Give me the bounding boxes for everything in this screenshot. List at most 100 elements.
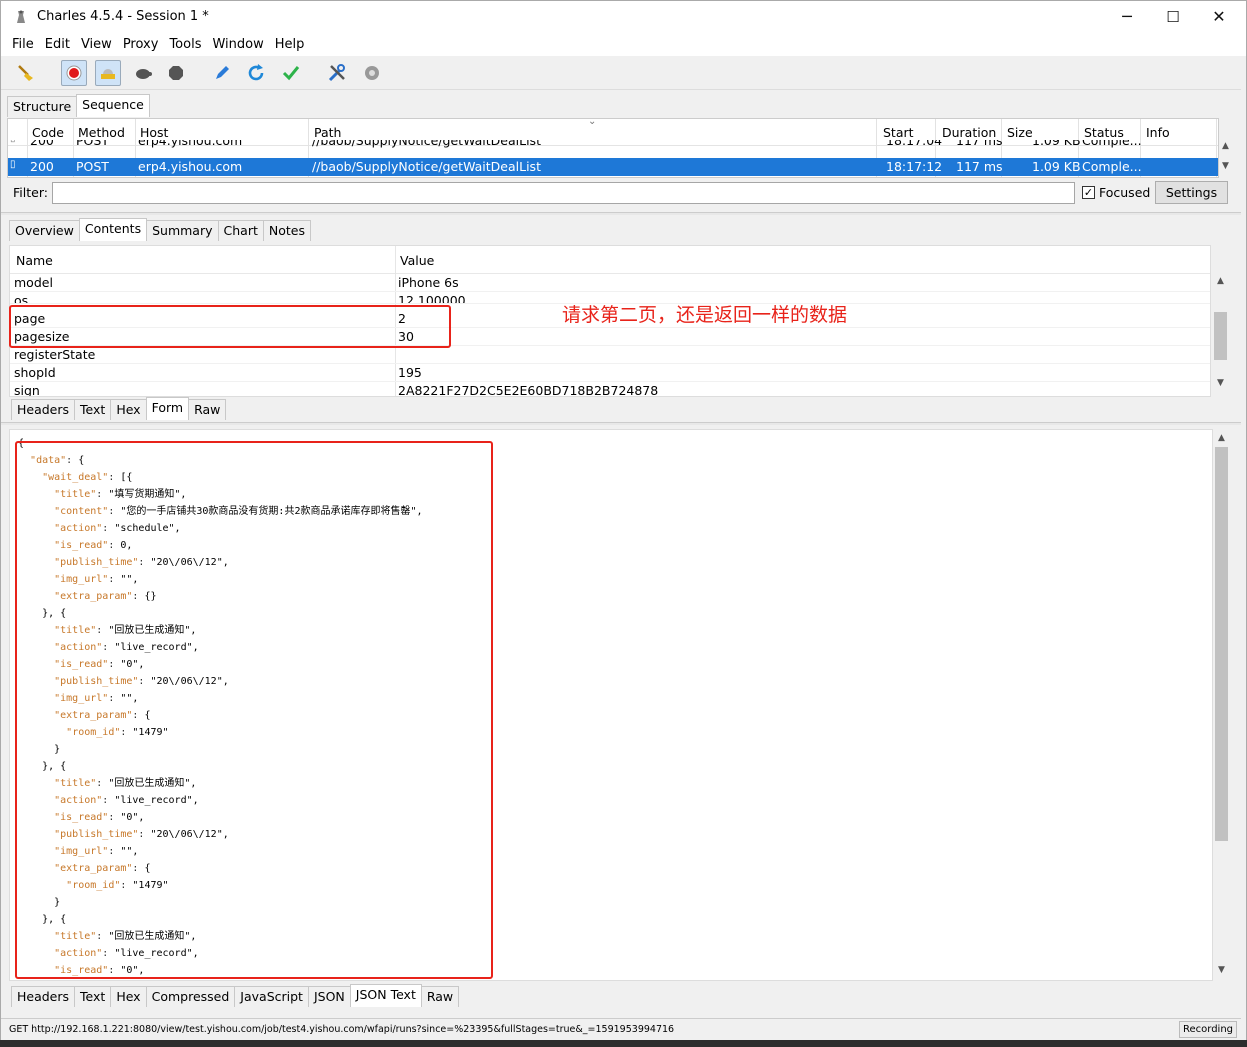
row-code: 200 <box>30 140 54 148</box>
col-start[interactable]: Start <box>883 125 914 140</box>
form-scrollbar[interactable]: ▲ ▼ <box>1212 274 1229 394</box>
form-row[interactable]: model iPhone 6s <box>10 274 1210 292</box>
tab-res-json-text[interactable]: JSON Text <box>349 984 422 1007</box>
broom-icon[interactable] <box>13 60 39 86</box>
pen-icon[interactable] <box>209 60 235 86</box>
col-method[interactable]: Method <box>78 125 125 140</box>
col-status[interactable]: Status <box>1084 125 1124 140</box>
turtle-icon[interactable] <box>130 60 156 86</box>
stop-icon[interactable] <box>163 60 189 86</box>
recording-badge[interactable]: Recording <box>1179 1021 1237 1038</box>
tab-sequence[interactable]: Sequence <box>76 94 150 117</box>
col-size[interactable]: Size <box>1007 125 1033 140</box>
detail-tabs: Overview Contents Summary Chart Notes <box>9 218 311 241</box>
scroll-thumb[interactable] <box>1215 447 1228 841</box>
menu-bar: File Edit View Proxy Tools Window Help <box>1 32 1246 56</box>
tab-res-json[interactable]: JSON <box>307 986 351 1007</box>
scroll-up-icon[interactable]: ▲ <box>1213 433 1230 447</box>
tab-notes[interactable]: Notes <box>262 220 311 241</box>
menu-file[interactable]: File <box>12 37 34 52</box>
tab-chart[interactable]: Chart <box>217 220 264 241</box>
close-button[interactable]: ✕ <box>1196 1 1242 32</box>
form-row[interactable]: registerState <box>10 346 1210 364</box>
col-info[interactable]: Info <box>1146 125 1170 140</box>
menu-tools[interactable]: Tools <box>169 37 201 52</box>
row-start: 18:17:04 <box>886 140 943 148</box>
response-tabs: Headers Text Hex Compressed JavaScript J… <box>11 984 460 1007</box>
scroll-down-icon[interactable]: ▼ <box>1222 161 1229 171</box>
menu-proxy[interactable]: Proxy <box>123 37 159 52</box>
scroll-up-icon[interactable]: ▲ <box>1212 276 1229 290</box>
document-icon: ▯ <box>10 159 16 170</box>
tab-req-hex[interactable]: Hex <box>110 399 147 420</box>
param-value: 2A8221F27D2C5E2E60BD718B2B724878 <box>398 383 659 397</box>
table-row[interactable]: ▯ 200 POST erp4.yishou.com //baob/Supply… <box>8 140 1218 152</box>
settings-button[interactable]: Settings <box>1155 181 1228 204</box>
highlight-box-page-params <box>9 305 451 348</box>
tab-res-hex[interactable]: Hex <box>110 986 147 1007</box>
row-duration: 117 ms <box>956 140 1003 148</box>
check-icon[interactable] <box>278 60 304 86</box>
tab-res-raw[interactable]: Raw <box>420 986 460 1007</box>
sequence-scrollbar[interactable]: ▲ ▼ <box>1219 141 1233 177</box>
tab-contents[interactable]: Contents <box>78 218 148 241</box>
form-row[interactable]: sign 2A8221F27D2C5E2E60BD718B2B724878 <box>10 382 1210 397</box>
tab-structure[interactable]: Structure <box>7 96 78 117</box>
document-icon: ▯ <box>10 140 16 144</box>
gear-icon[interactable] <box>359 60 385 86</box>
tab-req-text[interactable]: Text <box>74 399 112 420</box>
window-title: Charles 4.5.4 - Session 1 * <box>37 9 209 24</box>
sort-chevron-icon: ⌄ <box>588 118 597 127</box>
row-method: POST <box>76 159 109 174</box>
row-start: 18:17:12 <box>886 159 943 174</box>
minimize-button[interactable]: ─ <box>1104 1 1150 32</box>
row-path: //baob/SupplyNotice/getWaitDealList <box>312 140 541 148</box>
throttle-icon[interactable] <box>95 60 121 86</box>
col-value[interactable]: Value <box>400 253 434 268</box>
scroll-up-icon[interactable]: ▲ <box>1222 141 1229 151</box>
tools-icon[interactable] <box>324 60 350 86</box>
col-duration[interactable]: Duration <box>942 125 996 140</box>
maximize-button[interactable]: ☐ <box>1150 1 1196 32</box>
tab-req-raw[interactable]: Raw <box>188 399 227 420</box>
row-size: 1.09 KB <box>1032 140 1081 148</box>
menu-window[interactable]: Window <box>212 37 263 52</box>
split-divider-2[interactable] <box>1 422 1241 425</box>
row-status: Comple... <box>1082 159 1142 174</box>
status-url: GET http://192.168.1.221:8080/view/test.… <box>9 1024 675 1035</box>
focused-checkbox[interactable]: ✓ <box>1082 186 1095 199</box>
tab-req-form[interactable]: Form <box>145 397 190 420</box>
split-divider[interactable] <box>1 212 1241 215</box>
tab-res-text[interactable]: Text <box>74 986 112 1007</box>
tab-res-javascript[interactable]: JavaScript <box>234 986 309 1007</box>
charles-app-icon <box>17 10 25 23</box>
col-path[interactable]: Path <box>314 125 341 140</box>
filter-input[interactable] <box>52 182 1075 204</box>
filter-bar: Filter: ✓ Focused Settings <box>7 180 1235 208</box>
menu-view[interactable]: View <box>81 37 112 52</box>
json-scrollbar[interactable]: ▲ ▼ <box>1213 431 1230 981</box>
tab-summary[interactable]: Summary <box>146 220 219 241</box>
col-host[interactable]: Host <box>140 125 168 140</box>
menu-help[interactable]: Help <box>275 37 305 52</box>
param-name: model <box>14 275 53 290</box>
menu-edit[interactable]: Edit <box>45 37 70 52</box>
record-icon[interactable] <box>61 60 87 86</box>
tab-res-headers[interactable]: Headers <box>11 986 76 1007</box>
tab-req-headers[interactable]: Headers <box>11 399 76 420</box>
tab-overview[interactable]: Overview <box>9 220 80 241</box>
tab-res-compressed[interactable]: Compressed <box>145 986 236 1007</box>
charles-window: Charles 4.5.4 - Session 1 * ─ ☐ ✕ File E… <box>0 0 1247 1047</box>
table-row-selected[interactable]: ▯ 200 POST erp4.yishou.com //baob/Supply… <box>8 158 1218 176</box>
col-name[interactable]: Name <box>16 253 53 268</box>
row-method: POST <box>76 140 109 148</box>
form-row[interactable]: shopId 195 <box>10 364 1210 382</box>
col-code[interactable]: Code <box>32 125 64 140</box>
toolbar <box>1 56 1241 90</box>
scroll-down-icon[interactable]: ▼ <box>1213 965 1230 979</box>
refresh-icon[interactable] <box>243 60 269 86</box>
taskbar-strip <box>0 1040 1247 1047</box>
scroll-down-icon[interactable]: ▼ <box>1212 378 1229 392</box>
row-size: 1.09 KB <box>1032 159 1081 174</box>
scroll-thumb[interactable] <box>1214 312 1227 360</box>
